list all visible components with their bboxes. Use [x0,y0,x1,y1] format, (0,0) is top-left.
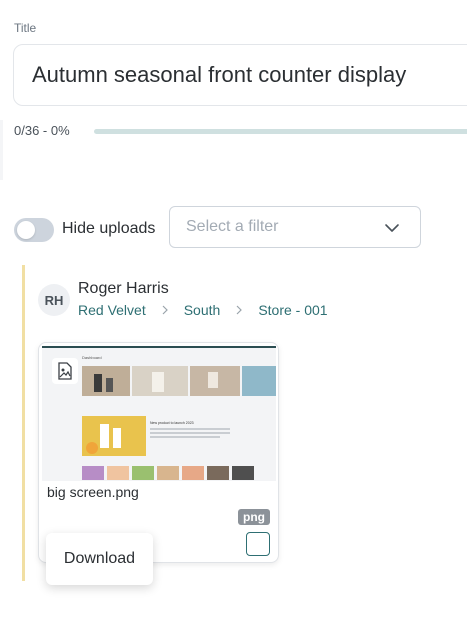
hide-uploads-label: Hide uploads [62,220,156,237]
hide-uploads-toggle[interactable] [14,218,54,242]
file-thumbnail[interactable]: Dashboard New product to launch 2023 [42,346,276,481]
filter-select[interactable]: Select a filter [169,206,421,248]
progress-bar [94,129,467,134]
upload-group-rule [22,265,25,581]
title-input[interactable]: Autumn seasonal front counter display [13,44,467,106]
chevron-down-icon [385,224,399,232]
progress-text: 0/36 - 0% [14,123,70,138]
breadcrumb-item-region[interactable]: South [184,302,221,318]
image-icon [52,358,78,384]
file-type-badge: png [238,509,270,525]
select-checkbox[interactable] [246,532,270,556]
chevron-right-icon [236,305,243,315]
download-menu-item[interactable]: Download [46,533,153,585]
user-name: Roger Harris [78,280,169,297]
breadcrumb-item-store[interactable]: Store - 001 [258,302,327,318]
chevron-right-icon [162,305,168,315]
preview-heading: Dashboard [82,355,102,360]
filter-placeholder: Select a filter [186,218,279,235]
avatar: RH [38,284,70,316]
toggle-knob [17,221,35,239]
upload-card[interactable]: Dashboard New product to launch 2023 big… [38,342,279,563]
file-name: big screen.png [47,484,139,500]
left-divider [0,120,3,180]
breadcrumb-item-brand[interactable]: Red Velvet [78,302,146,318]
breadcrumb: Red Velvet South Store - 001 [78,302,328,318]
title-label: Title [14,21,37,35]
preview-feature-title: New product to launch 2023 [150,421,194,425]
